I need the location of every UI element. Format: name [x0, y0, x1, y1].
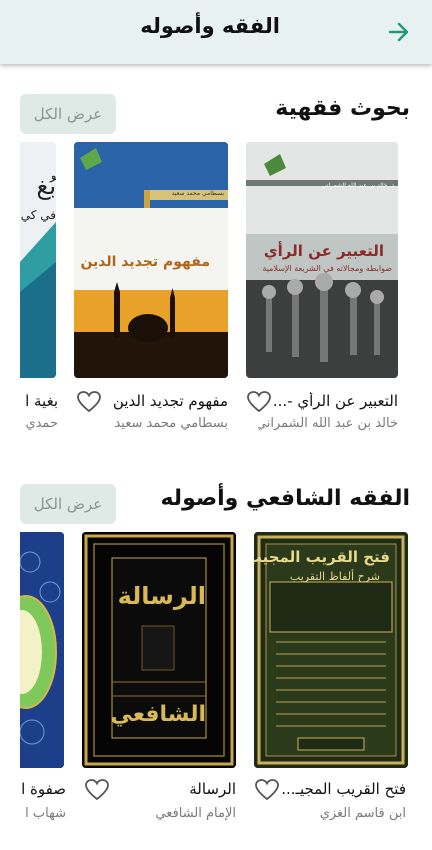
view-all-button[interactable]: عرض الكل [20, 484, 116, 524]
book-author: شهاب ا [25, 806, 66, 821]
book-author: خالد بن عبد الله الشمراني [258, 416, 398, 431]
cover-title: بُغ [36, 172, 56, 200]
cover-subtitle: الشافعي [110, 702, 206, 727]
page-title: الفقه وأصوله [140, 14, 280, 38]
book-cover[interactable]: د. خالد بن عبد الله الشمراني التعبير عن … [246, 142, 398, 378]
book-cover[interactable]: فتح القريب المجيب شرح ألفاظ التقريب [254, 532, 408, 768]
book-author: حمدي [25, 416, 58, 431]
book-cover[interactable]: بُغ في كي [20, 142, 56, 378]
book-title[interactable]: فتح القريب المجيـ... [280, 780, 406, 798]
book-author: الإمام الشافعي [155, 806, 236, 821]
cover-title: مفهوم تجديد الدين [80, 254, 210, 270]
cover-author: بسطامي محمد سعيد [171, 190, 224, 197]
section-title-research: بحوث فقهية [275, 96, 410, 121]
cover-subtitle: شرح ألفاظ التقريب [289, 570, 380, 583]
cover-art [254, 532, 408, 768]
book-title[interactable]: الرسالة [116, 780, 236, 798]
book-cover[interactable]: بسطامي محمد سعيد مفهوم تجديد الدين [74, 142, 228, 378]
cover-art [82, 532, 236, 768]
book-cover[interactable] [20, 532, 64, 768]
book-title[interactable]: مفهوم تجديد الدين [102, 392, 228, 410]
favorite-button[interactable] [76, 390, 102, 414]
cover-art [20, 532, 64, 768]
cover-title: التعبير عن الرأي [263, 242, 384, 260]
favorite-button[interactable] [84, 778, 110, 802]
back-button[interactable] [384, 18, 414, 46]
heart-icon [85, 779, 109, 801]
book-author: ابن قاسم الغزي [319, 806, 406, 821]
book-author: بسطامي محمد سعيد [114, 416, 228, 431]
app-bar: الفقه وأصوله [0, 0, 432, 64]
heart-icon [77, 391, 101, 413]
cover-art [246, 142, 398, 378]
cover-author: د. خالد بن عبد الله الشمراني [321, 182, 394, 189]
favorite-button[interactable] [246, 390, 272, 414]
section-title-shafii: الفقه الشافعي وأصوله [160, 486, 410, 511]
cover-subtitle: ضوابطه ومجالاته في الشريعة الإسلامية [262, 264, 392, 273]
book-cover[interactable]: الرسالة الشافعي [82, 532, 236, 768]
heart-icon [255, 779, 279, 801]
view-all-button[interactable]: عرض الكل [20, 94, 116, 134]
book-title[interactable]: بغية ا [20, 392, 58, 410]
book-title[interactable]: التعبير عن الرأي -... [262, 392, 398, 410]
favorite-button[interactable] [254, 778, 280, 802]
book-title[interactable]: صفوة ا [20, 780, 66, 798]
heart-icon [247, 391, 271, 413]
arrow-right-icon [388, 22, 409, 42]
cover-title: فتح القريب المجيب [254, 548, 390, 566]
cover-subtitle: في كي [20, 208, 56, 222]
cover-title: الرسالة [117, 582, 206, 610]
